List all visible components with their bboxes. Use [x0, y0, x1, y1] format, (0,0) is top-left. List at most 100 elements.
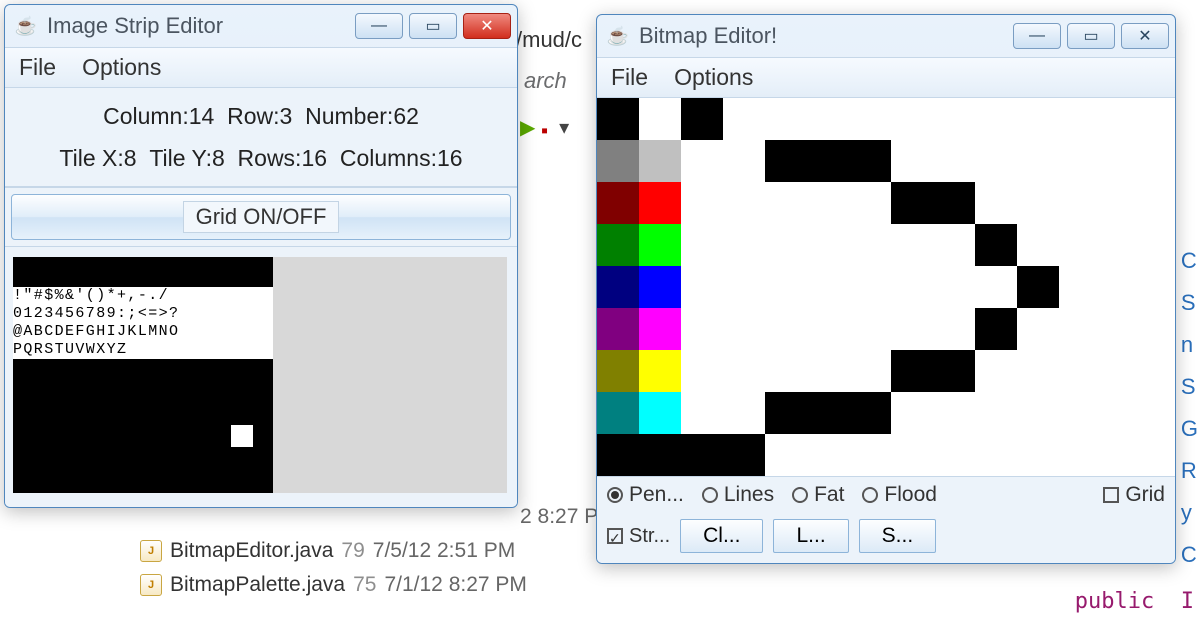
palette-swatch[interactable] [597, 308, 639, 350]
titlebar[interactable]: ☕ Bitmap Editor! — ▭ ✕ [597, 15, 1175, 57]
label: Tile Y: [149, 145, 212, 171]
close-button[interactable]: ✕ [1121, 23, 1169, 49]
close-button[interactable]: ✕ [463, 13, 511, 39]
color-palette [597, 98, 681, 476]
pixel[interactable] [765, 392, 807, 434]
menu-file[interactable]: File [611, 64, 648, 91]
pixel[interactable] [975, 308, 1017, 350]
file-row[interactable]: J BitmapPalette.java 75 7/1/12 8:27 PM [140, 568, 598, 602]
palette-swatch[interactable] [597, 182, 639, 224]
palette-swatch[interactable] [597, 140, 639, 182]
pixel[interactable] [681, 98, 723, 140]
file-name: BitmapEditor.java [170, 534, 333, 568]
window-title: Image Strip Editor [47, 13, 345, 39]
menubar: File Options [597, 57, 1175, 98]
file-name: BitmapPalette.java [170, 568, 345, 602]
pixel-canvas[interactable] [681, 98, 1175, 476]
palette-swatch[interactable] [639, 266, 681, 308]
clear-button[interactable]: Cl... [680, 519, 763, 553]
pixel[interactable] [933, 350, 975, 392]
palette-swatch[interactable] [639, 140, 681, 182]
selection-cursor [231, 425, 253, 447]
bg-search-fragment: arch [524, 68, 567, 94]
grid-checkbox[interactable]: Grid [1103, 483, 1165, 507]
palette-swatch[interactable] [639, 392, 681, 434]
palette-swatch[interactable] [639, 182, 681, 224]
menubar: File Options [5, 47, 517, 88]
palette-swatch[interactable] [597, 392, 639, 434]
file-list: 2 8:27 P J BitmapEditor.java 79 7/5/12 2… [140, 500, 598, 602]
pixel[interactable] [975, 224, 1017, 266]
editor-area [597, 98, 1175, 476]
save-button[interactable]: S... [859, 519, 937, 553]
palette-swatch[interactable] [639, 308, 681, 350]
file-row[interactable]: J BitmapEditor.java 79 7/5/12 2:51 PM [140, 534, 598, 568]
current-color [597, 434, 639, 476]
pixel[interactable] [1017, 266, 1059, 308]
run-icon: ▶ [520, 117, 535, 139]
file-ts-fragment: 2 8:27 P [520, 500, 598, 534]
java-file-icon: J [140, 574, 162, 596]
grid-toggle-label: Grid ON/OFF [183, 201, 340, 233]
menu-options[interactable]: Options [82, 54, 161, 81]
file-row[interactable]: 2 8:27 P [520, 500, 598, 534]
glyph-strip: !"#$%&'()*+,-./0123456789:;<=>?@ABCDEFGH… [13, 287, 273, 359]
pixel[interactable] [891, 350, 933, 392]
radio-icon [607, 487, 623, 503]
value-row: 3 [280, 103, 293, 129]
pixel[interactable] [807, 392, 849, 434]
value-rows: 16 [301, 145, 327, 171]
minimize-button[interactable]: — [355, 13, 403, 39]
radio-icon [792, 487, 808, 503]
palette-swatch[interactable] [597, 350, 639, 392]
value-columns: 16 [437, 145, 463, 171]
stroke-checkbox-label: Str... [629, 525, 670, 548]
pixel[interactable] [891, 182, 933, 224]
tool-radio-lines[interactable]: Lines [702, 483, 774, 507]
titlebar[interactable]: ☕ Image Strip Editor — ▭ ✕ [5, 5, 517, 47]
bg-run-dropdown[interactable]: ▶ ▪ ▾ [520, 115, 569, 140]
maximize-button[interactable]: ▭ [1067, 23, 1115, 49]
run-badge-icon: ▪ [541, 120, 548, 142]
pixel[interactable] [723, 434, 765, 476]
palette-swatch[interactable] [639, 224, 681, 266]
radio-label: Flood [884, 483, 937, 507]
tool-radio-pen[interactable]: Pen... [607, 483, 684, 507]
load-button[interactable]: L... [773, 519, 848, 553]
palette-swatch[interactable] [639, 98, 681, 140]
pixel[interactable] [765, 140, 807, 182]
grid-toggle-button[interactable]: Grid ON/OFF [11, 194, 511, 240]
tool-button-row: Str... Cl... L... S... [597, 513, 1175, 563]
file-ts: 7/1/12 8:27 PM [384, 568, 526, 602]
maximize-button[interactable]: ▭ [409, 13, 457, 39]
window-bitmap-editor: ☕ Bitmap Editor! — ▭ ✕ File Options Pen.… [596, 14, 1176, 564]
palette-swatch[interactable] [597, 266, 639, 308]
radio-icon [862, 487, 878, 503]
pixel[interactable] [849, 140, 891, 182]
menu-options[interactable]: Options [674, 64, 753, 91]
palette-swatch[interactable] [597, 98, 639, 140]
value-tiley: 8 [212, 145, 225, 171]
pixel[interactable] [849, 392, 891, 434]
label: Columns: [340, 145, 437, 171]
checkbox-checked-icon [607, 528, 623, 544]
palette-swatch[interactable] [597, 224, 639, 266]
tool-radio-flood[interactable]: Flood [862, 483, 937, 507]
stroke-checkbox[interactable]: Str... [607, 525, 670, 548]
window-title: Bitmap Editor! [639, 23, 1003, 49]
file-ts: 7/5/12 2:51 PM [373, 534, 515, 568]
window-image-strip-editor: ☕ Image Strip Editor — ▭ ✕ File Options … [4, 4, 518, 508]
canvas-blank-region [273, 257, 507, 493]
pixel[interactable] [807, 140, 849, 182]
minimize-button[interactable]: — [1013, 23, 1061, 49]
menu-file[interactable]: File [19, 54, 56, 81]
image-strip-canvas[interactable]: !"#$%&'()*+,-./0123456789:;<=>?@ABCDEFGH… [13, 257, 507, 493]
tool-radio-row: Pen... Lines Fat Flood Grid [597, 476, 1175, 513]
radio-label: Fat [814, 483, 844, 507]
pixel[interactable] [681, 434, 723, 476]
pixel[interactable] [933, 182, 975, 224]
grid-checkbox-label: Grid [1125, 483, 1165, 507]
file-rev: 75 [353, 568, 376, 602]
tool-radio-fat[interactable]: Fat [792, 483, 844, 507]
palette-swatch[interactable] [639, 350, 681, 392]
